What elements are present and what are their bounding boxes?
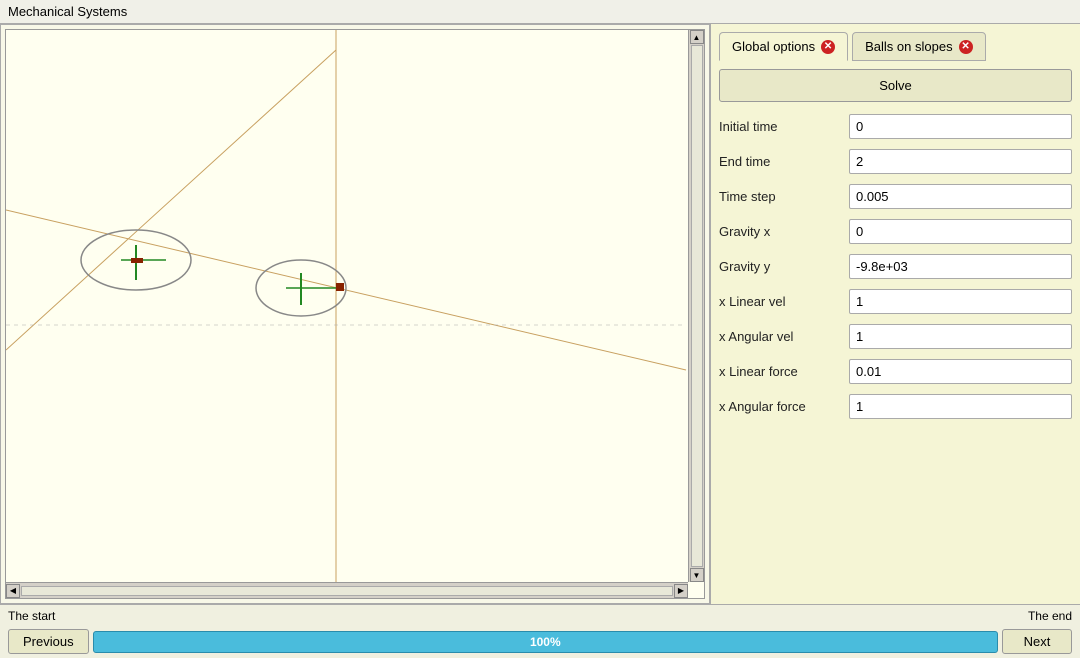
field-row-6: x Angular vel <box>719 324 1072 349</box>
canvas-container: ▲ ▼ ◀ ▶ <box>5 29 705 599</box>
tab-global-options-close[interactable]: ✕ <box>821 40 835 54</box>
field-label-0: Initial time <box>719 119 849 134</box>
field-label-2: Time step <box>719 189 849 204</box>
timeline-labels: The start The end <box>8 609 1072 623</box>
previous-button[interactable]: Previous <box>8 629 89 654</box>
nav-row: Previous 100% Next <box>8 629 1072 654</box>
field-input-0[interactable] <box>849 114 1072 139</box>
progress-label: 100% <box>530 635 561 649</box>
field-input-5[interactable] <box>849 289 1072 314</box>
field-row-1: End time <box>719 149 1072 174</box>
simulation-canvas <box>6 30 704 598</box>
field-row-4: Gravity y <box>719 254 1072 279</box>
field-row-7: x Linear force <box>719 359 1072 384</box>
progress-bar: 100% <box>93 631 998 653</box>
scroll-left-btn[interactable]: ◀ <box>6 584 20 598</box>
field-input-3[interactable] <box>849 219 1072 244</box>
bottom-bar: The start The end Previous 100% Next <box>0 604 1080 658</box>
right-panel: Global options ✕ Balls on slopes ✕ Solve… <box>710 24 1080 604</box>
field-input-2[interactable] <box>849 184 1072 209</box>
scroll-up-btn[interactable]: ▲ <box>690 30 704 44</box>
title-bar: Mechanical Systems <box>0 0 1080 24</box>
field-row-3: Gravity x <box>719 219 1072 244</box>
start-label: The start <box>8 609 55 623</box>
field-input-8[interactable] <box>849 394 1072 419</box>
scroll-down-btn[interactable]: ▼ <box>690 568 704 582</box>
field-input-7[interactable] <box>849 359 1072 384</box>
canvas-section: ▲ ▼ ◀ ▶ <box>0 24 710 604</box>
solve-button[interactable]: Solve <box>719 69 1072 102</box>
main-area: ▲ ▼ ◀ ▶ Global options ✕ Balls on slopes… <box>0 24 1080 604</box>
next-button[interactable]: Next <box>1002 629 1072 654</box>
field-label-4: Gravity y <box>719 259 849 274</box>
field-input-1[interactable] <box>849 149 1072 174</box>
field-row-0: Initial time <box>719 114 1072 139</box>
tabs-row: Global options ✕ Balls on slopes ✕ <box>719 32 1072 61</box>
panel-content: Solve Initial time End time Time step Gravi… <box>719 69 1072 596</box>
field-label-6: x Angular vel <box>719 329 849 344</box>
field-row-2: Time step <box>719 184 1072 209</box>
field-input-4[interactable] <box>849 254 1072 279</box>
field-label-5: x Linear vel <box>719 294 849 309</box>
field-label-8: x Angular force <box>719 399 849 414</box>
fields-container: Initial time End time Time step Gravity x Gr… <box>719 114 1072 419</box>
field-label-1: End time <box>719 154 849 169</box>
tab-balls-on-slopes-close[interactable]: ✕ <box>959 40 973 54</box>
field-row-5: x Linear vel <box>719 289 1072 314</box>
field-label-7: x Linear force <box>719 364 849 379</box>
field-input-6[interactable] <box>849 324 1072 349</box>
end-label: The end <box>1028 609 1072 623</box>
tab-global-options-label: Global options <box>732 39 815 54</box>
field-row-8: x Angular force <box>719 394 1072 419</box>
tab-balls-on-slopes-label: Balls on slopes <box>865 39 952 54</box>
tab-balls-on-slopes[interactable]: Balls on slopes ✕ <box>852 32 985 61</box>
scroll-right-btn[interactable]: ▶ <box>674 584 688 598</box>
field-label-3: Gravity x <box>719 224 849 239</box>
app-title: Mechanical Systems <box>8 4 127 19</box>
tab-global-options[interactable]: Global options ✕ <box>719 32 848 61</box>
